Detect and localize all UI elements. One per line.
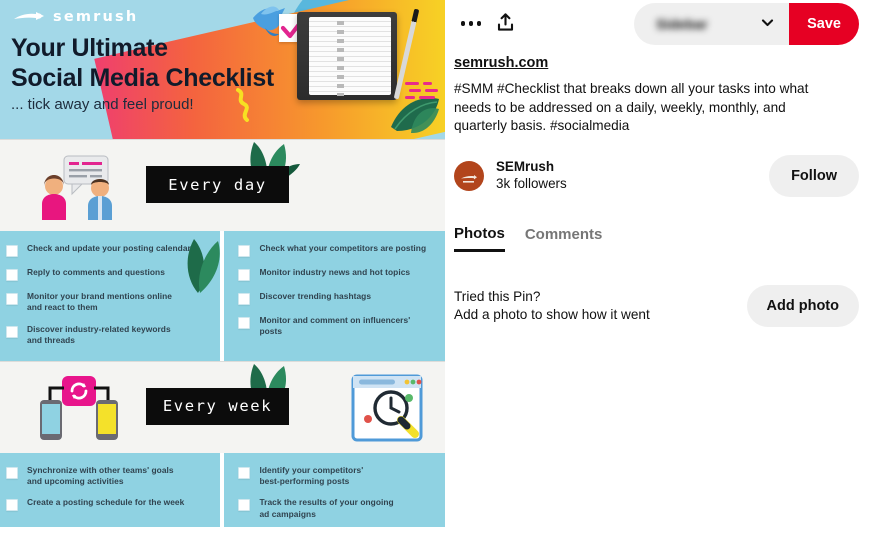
checkbox-icon[interactable]	[6, 293, 18, 305]
detail-tabs: Photos Comments	[454, 225, 859, 252]
more-horizontal-icon	[460, 21, 482, 26]
checklist-item-label: Discover industry-related keywords and t…	[27, 323, 171, 346]
section-tag-label: Every day	[168, 175, 267, 194]
checkbox-icon[interactable]	[238, 499, 251, 512]
checkbox-icon[interactable]	[238, 317, 251, 329]
checklist-item-label: Reply to comments and questions	[27, 267, 165, 277]
section-tag-every-week: Every week	[146, 387, 289, 425]
board-selector-value: Sidebar	[656, 15, 708, 32]
pin-detail-pane: Sidebar Save semrush.com #SMM #Checklist…	[445, 0, 885, 535]
board-selector[interactable]: Sidebar	[634, 2, 790, 45]
pin-action-bar: Sidebar Save	[454, 0, 859, 45]
checklist-item-label: Monitor industry news and hot topics	[259, 267, 411, 277]
creator-row: SEMrush 3k followers Follow	[454, 154, 859, 197]
semrush-wordmark: semrush	[53, 9, 139, 25]
share-button[interactable]	[488, 7, 522, 41]
checklist-item-label: Check what your competitors are posting	[259, 243, 427, 253]
save-controls: Sidebar Save	[634, 2, 859, 45]
checkbox-icon[interactable]	[238, 293, 251, 305]
checkbox-icon[interactable]	[238, 466, 251, 479]
checklist-column-left: Synchronize with other teams' goals and …	[0, 452, 221, 527]
infographic-subtitle: ... tick away and feel proud!	[11, 96, 194, 113]
semrush-logo-avatar-icon	[460, 171, 478, 183]
creator-name: SEMrush	[496, 159, 555, 175]
checklist-item[interactable]: Check and update your posting calendar	[6, 243, 210, 257]
checkbox-icon[interactable]	[238, 269, 251, 281]
creator-meta: SEMrush 3k followers	[496, 159, 567, 193]
checklist-every-day: Check and update your posting calendar R…	[0, 231, 445, 361]
checklist-item[interactable]: Discover trending hashtags	[238, 291, 435, 305]
checklist-item[interactable]: Monitor your brand mentions online and r…	[6, 291, 210, 314]
checklist-item[interactable]: Discover industry-related keywords and t…	[6, 324, 210, 347]
checklist-item[interactable]: Create a posting schedule for the week	[6, 497, 210, 512]
checklist-item[interactable]: Track the results of your ongoing ad cam…	[238, 497, 435, 520]
checkbox-icon[interactable]	[6, 325, 18, 338]
infographic-title: Your Ultimate Social Media Checklist	[11, 34, 274, 92]
checklist-item[interactable]: Synchronize with other teams' goals and …	[6, 465, 210, 488]
people-chat-icon	[38, 154, 124, 220]
section-tag-label: Every week	[162, 397, 273, 416]
checklist-item[interactable]: Identify your competitors' best-performi…	[238, 465, 435, 488]
checklist-column-right: Check what your competitors are posting …	[224, 231, 445, 361]
chevron-down-icon	[760, 15, 775, 33]
squiggle-decoration	[234, 88, 256, 127]
pin-description: #SMM #Checklist that breaks down all you…	[454, 81, 809, 134]
phones-sync-icon	[38, 374, 134, 442]
source-link[interactable]: semrush.com	[454, 55, 548, 71]
save-button[interactable]: Save	[789, 2, 859, 45]
checklist-column-right: Identify your competitors' best-performi…	[224, 452, 445, 527]
checklist-item[interactable]: Monitor industry news and hot topics	[238, 267, 435, 281]
tab-comments[interactable]: Comments	[525, 225, 603, 252]
checklist-item-label: Synchronize with other teams' goals and …	[27, 464, 174, 487]
checklist-every-week: Synchronize with other teams' goals and …	[0, 452, 445, 527]
dots-decoration	[405, 82, 441, 108]
share-upload-icon	[496, 12, 515, 35]
section-tag-every-day: Every day	[146, 166, 289, 203]
tab-photos[interactable]: Photos	[454, 225, 505, 252]
checklist-item-label: Monitor your brand mentions online and r…	[27, 291, 173, 313]
checklist-column-left: Check and update your posting calendar R…	[0, 231, 221, 361]
checkbox-icon[interactable]	[238, 245, 251, 257]
semrush-mark-icon	[12, 10, 46, 24]
checkbox-icon[interactable]	[6, 466, 18, 479]
creator-followers: 3k followers	[496, 175, 567, 191]
pin-detail-page: semrush Your Ultimate Social Media Check…	[0, 0, 885, 535]
section-band-every-week: Every week	[0, 360, 445, 453]
notebook-illustration	[297, 12, 397, 100]
checklist-item-label: Create a posting schedule for the week	[27, 497, 185, 508]
add-photo-button[interactable]: Add photo	[746, 284, 859, 327]
checklist-item[interactable]: Check what your competitors are posting	[238, 243, 435, 257]
checklist-item-label: Discover trending hashtags	[259, 291, 372, 301]
checkbox-icon[interactable]	[6, 245, 18, 257]
follow-button[interactable]: Follow	[769, 154, 859, 197]
semrush-logo: semrush	[12, 6, 138, 28]
checklist-item-label: Identify your competitors' best-performi…	[259, 464, 364, 487]
checklist-item[interactable]: Reply to comments and questions	[6, 267, 210, 281]
tried-this-pin-text: Tried this Pin? Add a photo to show how …	[454, 288, 650, 322]
more-options-button[interactable]	[454, 7, 488, 41]
tried-this-pin-row: Tried this Pin? Add a photo to show how …	[454, 284, 859, 327]
checklist-item-label: Check and update your posting calendar	[27, 243, 191, 253]
section-band-every-day: Every day	[0, 139, 445, 231]
checkbox-icon[interactable]	[6, 269, 18, 281]
checkbox-icon[interactable]	[6, 499, 18, 512]
pin-image[interactable]: semrush Your Ultimate Social Media Check…	[0, 0, 445, 527]
infographic-hero: semrush Your Ultimate Social Media Check…	[0, 0, 445, 139]
checklist-item-label: Track the results of your ongoing ad cam…	[259, 497, 394, 519]
checklist-item[interactable]: Monitor and comment on influencers' post…	[238, 315, 435, 338]
browser-search-icon	[351, 374, 423, 442]
checklist-item-label: Monitor and comment on influencers' post…	[259, 315, 411, 337]
avatar[interactable]	[454, 160, 484, 191]
